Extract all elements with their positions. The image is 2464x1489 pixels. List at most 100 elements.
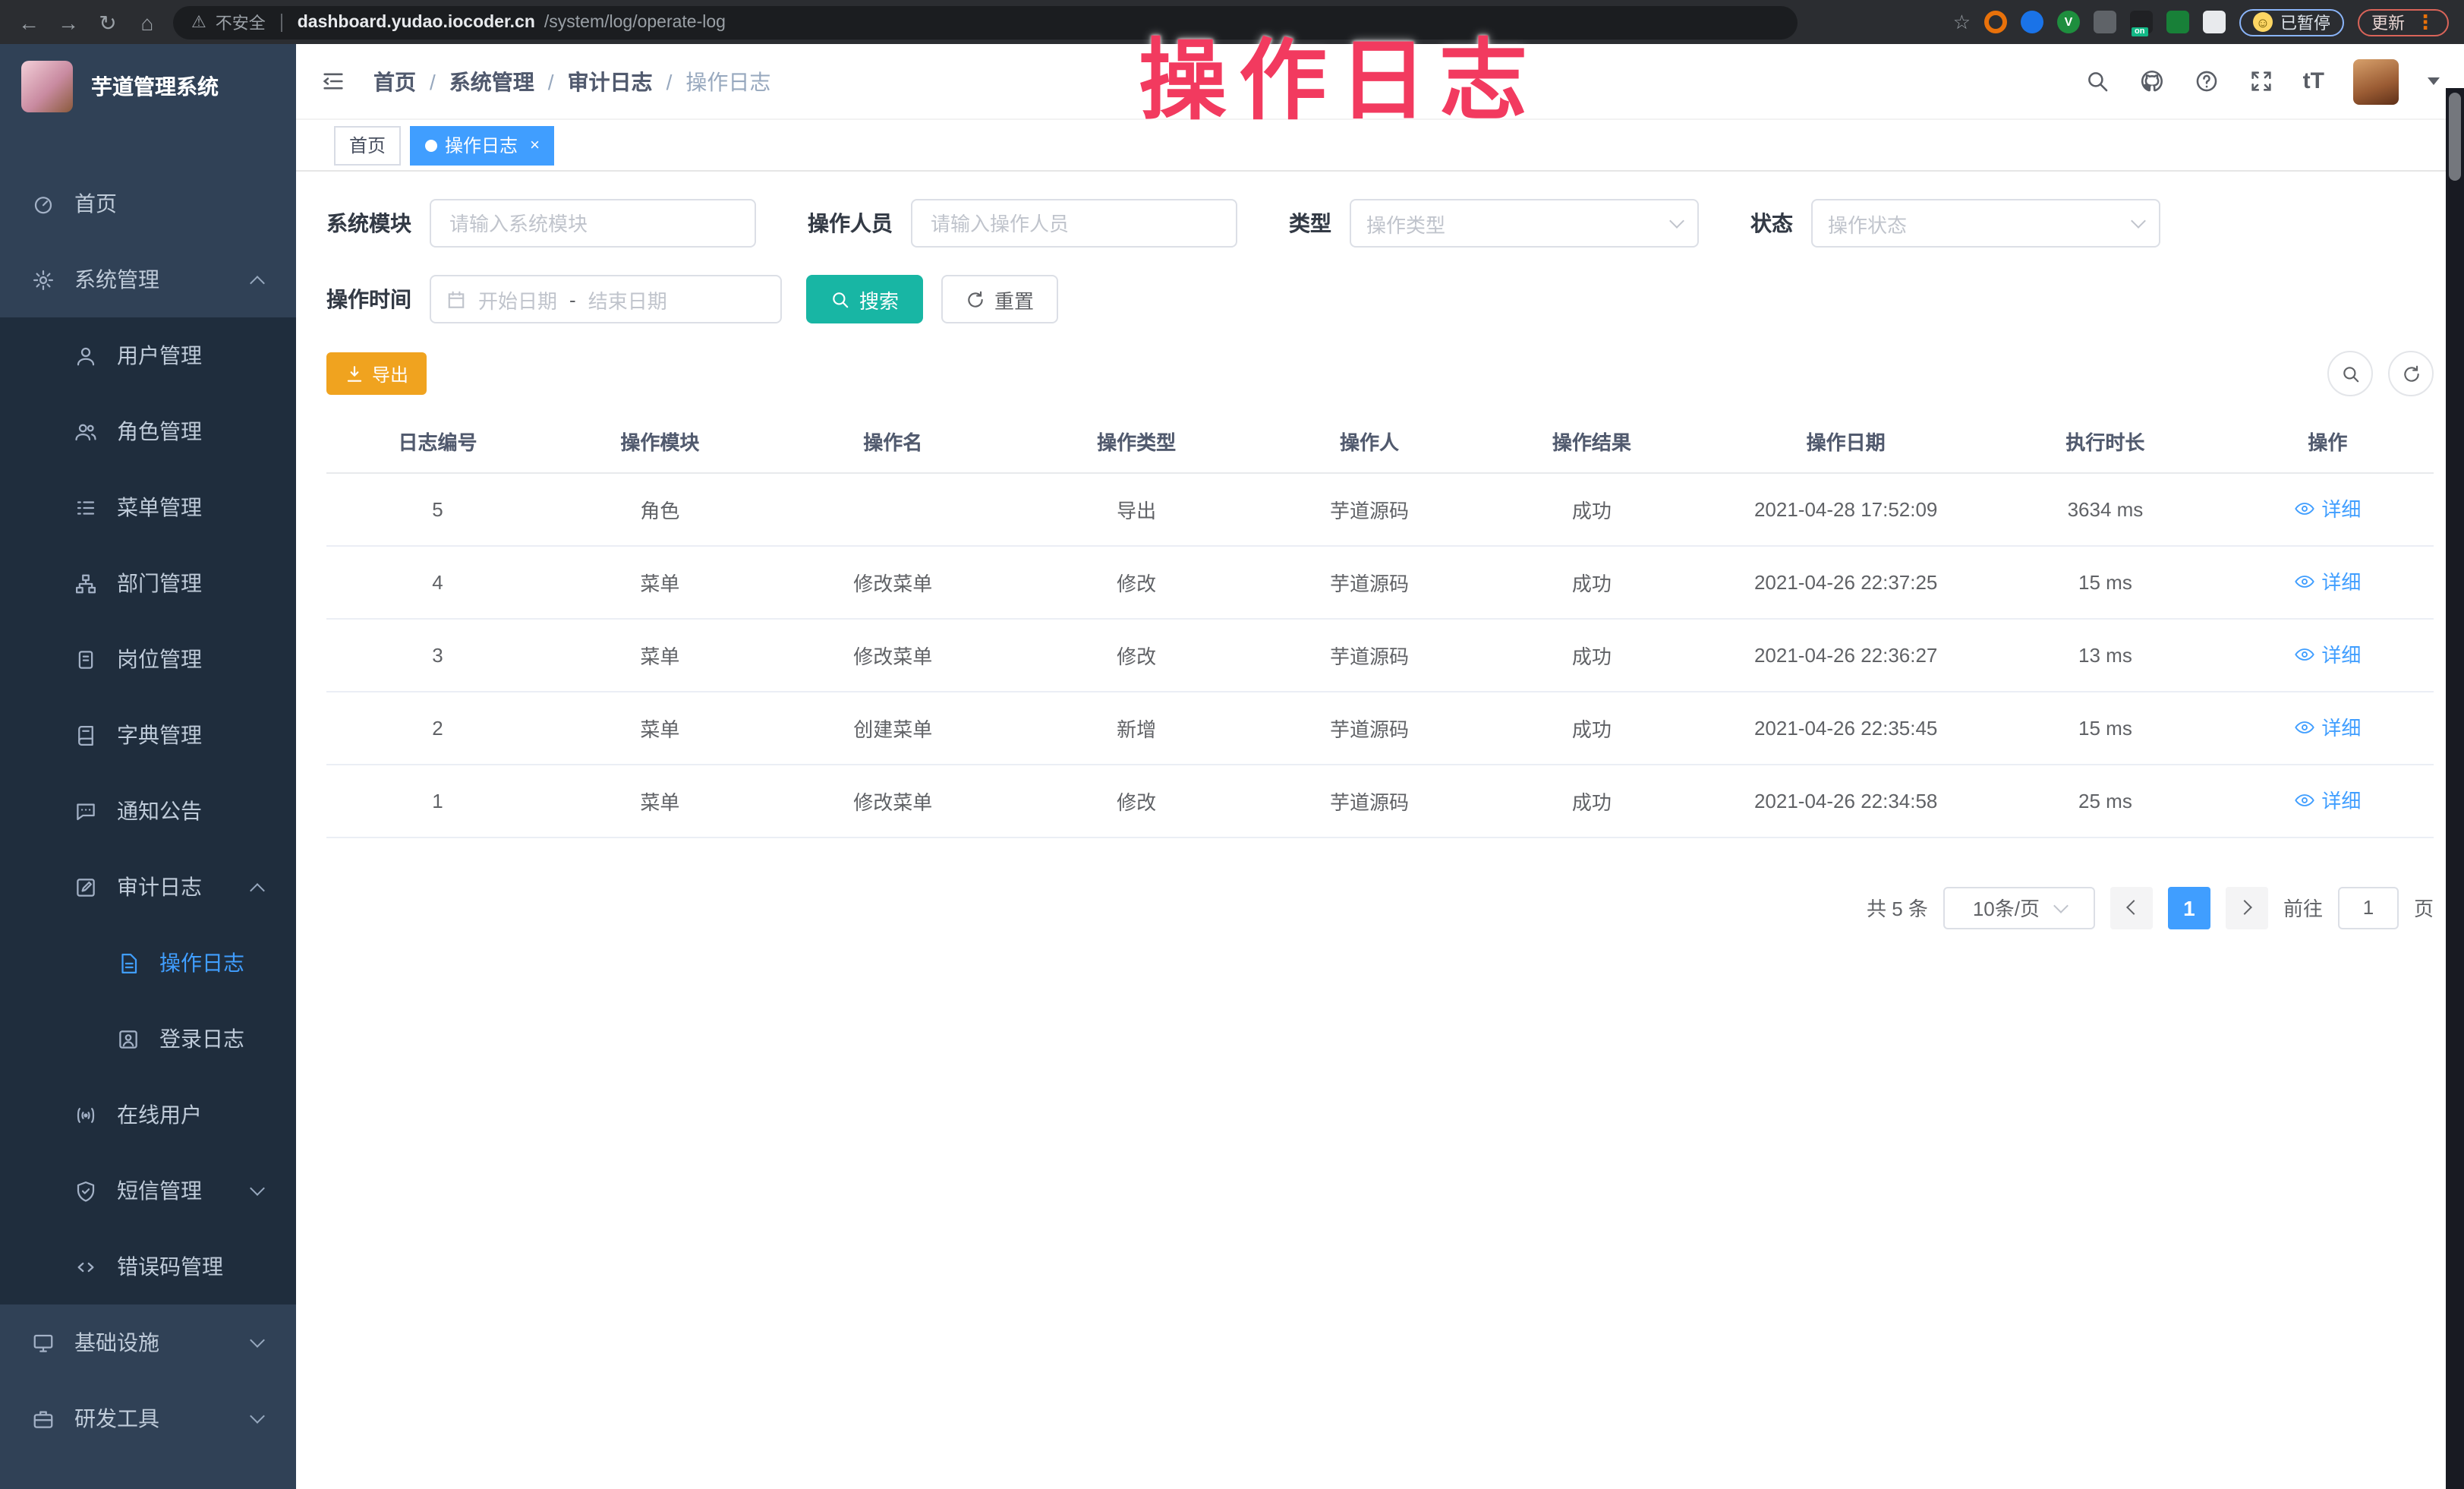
extension-blue-pin-icon[interactable] <box>2021 11 2043 33</box>
goto-page-input[interactable] <box>2338 886 2399 929</box>
extensions-row: ☆ V on ☺ 已暂停 更新 ⋮ <box>1953 8 2449 36</box>
detail-link[interactable]: 详细 <box>2294 640 2361 669</box>
sidebar-item-sms[interactable]: 短信管理 <box>0 1153 296 1229</box>
address-bar[interactable]: ⚠ 不安全 dashboard.yudao.iocoder.cn/system/… <box>173 5 1798 39</box>
browser-forward-icon[interactable]: → <box>55 11 82 33</box>
detail-link[interactable]: 详细 <box>2294 786 2361 815</box>
sidebar-item-label: 角色管理 <box>117 416 202 446</box>
sidebar-item-label: 操作日志 <box>159 948 244 978</box>
sidebar-item-home[interactable]: 首页 <box>0 166 296 241</box>
sidebar-item-departments[interactable]: 部门管理 <box>0 545 296 621</box>
user-icon <box>73 344 97 367</box>
sidebar-item-label: 首页 <box>74 188 117 219</box>
operator-input[interactable] <box>911 199 1237 248</box>
extension-gray-icon[interactable] <box>2094 11 2116 33</box>
column-header: 操作模块 <box>549 412 771 472</box>
extension-green-icon[interactable] <box>2166 11 2189 33</box>
avatar[interactable] <box>2353 58 2399 104</box>
breadcrumb-audit-log[interactable]: 审计日志 <box>568 66 653 96</box>
sidebar-item-operate-log[interactable]: 操作日志 <box>0 925 296 1001</box>
page-1-button[interactable]: 1 <box>2168 886 2210 929</box>
sidebar-item-infrastructure[interactable]: 基础设施 <box>0 1304 296 1380</box>
next-page-button[interactable] <box>2226 886 2268 929</box>
extension-green-v-icon[interactable]: V <box>2057 11 2080 33</box>
dashboard-icon <box>30 192 55 215</box>
extensions-puzzle-icon[interactable] <box>2203 11 2226 33</box>
browser-reload-icon[interactable]: ↻ <box>94 11 121 33</box>
column-header: 操作类型 <box>1015 412 1259 472</box>
paused-extension-chip[interactable]: ☺ 已暂停 <box>2239 8 2344 36</box>
export-button[interactable]: 导出 <box>326 352 427 395</box>
scrollbar-thumb[interactable] <box>2449 93 2461 181</box>
bookmark-star-icon[interactable]: ☆ <box>1953 10 1971 34</box>
date-range-picker[interactable]: 开始日期 - 结束日期 <box>430 275 782 323</box>
extension-orange-ring-icon[interactable] <box>1984 11 2007 33</box>
github-icon[interactable] <box>2139 68 2165 94</box>
type-select[interactable]: 操作类型 <box>1350 199 1699 248</box>
help-icon[interactable] <box>2194 68 2220 94</box>
browser-menu-kebab-icon[interactable]: ⋮ <box>2415 10 2435 34</box>
cell-result: 成功 <box>1480 618 1703 691</box>
close-icon[interactable]: × <box>530 136 540 154</box>
sidebar-item-dictionary[interactable]: 字典管理 <box>0 697 296 773</box>
browser-update-button[interactable]: 更新 ⋮ <box>2358 8 2449 36</box>
url-path: /system/log/operate-log <box>544 13 726 31</box>
sidebar-item-online-users[interactable]: 在线用户 <box>0 1077 296 1153</box>
detail-link[interactable]: 详细 <box>2294 494 2361 523</box>
browser-scrollbar[interactable] <box>2446 88 2464 1489</box>
status-select[interactable]: 操作状态 <box>1811 199 2160 248</box>
caret-down-icon[interactable] <box>2428 77 2440 85</box>
breadcrumb-system[interactable]: 系统管理 <box>449 66 534 96</box>
toggle-search-button[interactable] <box>2327 351 2373 396</box>
search-button-label: 搜索 <box>859 285 899 314</box>
breadcrumb-separator: / <box>548 69 554 93</box>
cell-duration: 13 ms <box>1989 618 2222 691</box>
filter-operator: 操作人员 <box>808 199 1237 248</box>
pagination: 共 5 条 10条/页 1 前往 页 <box>326 886 2434 929</box>
detail-link[interactable]: 详细 <box>2294 713 2361 742</box>
sidebar-item-system[interactable]: 系统管理 <box>0 241 296 317</box>
font-size-icon[interactable]: tT <box>2303 68 2324 94</box>
badge-icon <box>73 648 97 670</box>
page-size-select[interactable]: 10条/页 <box>1943 886 2095 929</box>
search-icon[interactable] <box>2084 68 2110 94</box>
sidebar-item-menus[interactable]: 菜单管理 <box>0 469 296 545</box>
tab-label: 操作日志 <box>445 132 518 158</box>
detail-link[interactable]: 详细 <box>2294 567 2361 596</box>
table-row: 3 菜单 修改菜单 修改 芋道源码 成功 2021-04-26 22:36:27… <box>326 618 2434 691</box>
sidebar-item-notices[interactable]: 通知公告 <box>0 773 296 849</box>
sidebar-item-users[interactable]: 用户管理 <box>0 317 296 393</box>
cell-date: 2021-04-28 17:52:09 <box>1703 472 1989 545</box>
search-button[interactable]: 搜索 <box>806 275 923 323</box>
sidebar-item-dev-tools[interactable]: 研发工具 <box>0 1380 296 1456</box>
sidebar-item-error-codes[interactable]: 错误码管理 <box>0 1229 296 1304</box>
sidebar-item-roles[interactable]: 角色管理 <box>0 393 296 469</box>
cell-duration: 3634 ms <box>1989 472 2222 545</box>
system-submenu: 用户管理 角色管理 菜单管理 部门管理 <box>0 317 296 1304</box>
operate-log-table: 日志编号 操作模块 操作名 操作类型 操作人 操作结果 操作日期 执行时长 操作 <box>326 412 2434 838</box>
sidebar-item-audit-log[interactable]: 审计日志 <box>0 849 296 925</box>
sidebar-item-login-log[interactable]: 登录日志 <box>0 1001 296 1077</box>
reset-button[interactable]: 重置 <box>941 275 1058 323</box>
fullscreen-icon[interactable] <box>2248 68 2274 94</box>
sidebar-item-posts[interactable]: 岗位管理 <box>0 621 296 697</box>
cell-operator: 芋道源码 <box>1259 618 1481 691</box>
page-unit-label: 页 <box>2414 893 2434 922</box>
sidebar-item-label: 岗位管理 <box>117 644 202 674</box>
tab-home[interactable]: 首页 <box>334 125 401 165</box>
refresh-table-button[interactable] <box>2388 351 2434 396</box>
app-logo[interactable]: 芋道管理系统 <box>0 44 296 129</box>
tab-operate-log[interactable]: 操作日志 × <box>410 125 555 165</box>
breadcrumb-separator: / <box>430 69 436 93</box>
extension-dark-icon[interactable]: on <box>2130 11 2153 33</box>
prev-page-button[interactable] <box>2110 886 2153 929</box>
hamburger-icon[interactable] <box>320 68 346 94</box>
cell-log-id: 2 <box>326 691 549 764</box>
document-icon <box>115 951 140 974</box>
breadcrumb-home[interactable]: 首页 <box>373 66 416 96</box>
module-input[interactable] <box>430 199 756 248</box>
cell-operator: 芋道源码 <box>1259 472 1481 545</box>
briefcase-icon <box>30 1407 55 1430</box>
browser-home-icon[interactable]: ⌂ <box>134 11 161 33</box>
browser-back-icon[interactable]: ← <box>15 11 43 33</box>
